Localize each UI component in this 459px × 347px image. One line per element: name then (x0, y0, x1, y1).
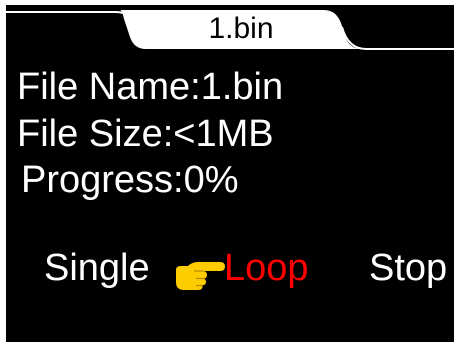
mode-loop-option[interactable]: Loop (224, 245, 309, 291)
mode-stop-option[interactable]: Stop (369, 245, 447, 291)
title-tab-bar: 1.bin (6, 5, 454, 51)
device-screen: 1.bin File Name:1.bin File Size:<1MB Pro… (6, 5, 454, 342)
progress-text: Progress:0% (21, 159, 239, 201)
tab-title: 1.bin (208, 12, 274, 45)
file-name-text: File Name:1.bin (17, 66, 284, 108)
pointing-hand-icon (174, 255, 226, 290)
mode-single-option[interactable]: Single (44, 245, 150, 291)
file-size-text: File Size:<1MB (17, 113, 274, 155)
